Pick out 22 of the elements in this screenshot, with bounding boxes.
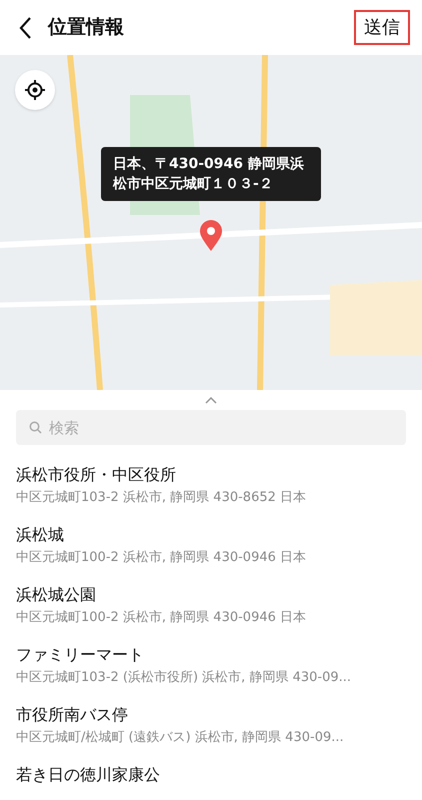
place-name[interactable]: 浜松市役所・中区役所 — [16, 464, 406, 486]
place-name[interactable]: 若き日の徳川家康公 — [16, 764, 406, 786]
place-name[interactable]: 浜松城 — [16, 524, 406, 546]
search-field[interactable]: 検索 — [16, 410, 406, 445]
place-name[interactable]: ファミリーマート — [16, 644, 406, 666]
crosshair-icon — [24, 79, 46, 101]
page-title: 位置情報 — [48, 15, 124, 40]
search-icon — [29, 421, 42, 434]
place-address: 中区元城町103-2 浜松市, 静岡県 430-8652 日本 — [16, 489, 308, 507]
address-tooltip: 日本、〒430-0946 静岡県浜松市中区元城町１０３-２ — [101, 147, 321, 201]
locate-button[interactable] — [15, 70, 55, 110]
caret-up-icon[interactable] — [205, 396, 217, 404]
location-pin-icon — [199, 220, 223, 252]
place-address: 中区元城町100-2 浜松市, 静岡県 430-0946 日本 — [16, 549, 308, 567]
place-name[interactable]: 市役所南バス停 — [16, 704, 406, 726]
place-address: 中区元城町103-2 (浜松市役所) 浜松市, 静岡県 430-09... — [16, 669, 352, 687]
map-view[interactable]: 日本、〒430-0946 静岡県浜松市中区元城町１０３-２ — [0, 55, 422, 390]
place-name[interactable]: 浜松城公園 — [16, 584, 406, 606]
back-icon[interactable] — [18, 16, 32, 40]
place-address: 中区元城町/松城町 (遠鉄バス) 浜松市, 静岡県 430-09... — [16, 729, 345, 747]
place-address: 中区元城町100-2 浜松市, 静岡県 430-0946 日本 — [16, 609, 308, 627]
send-button[interactable]: 送信 — [354, 10, 410, 45]
